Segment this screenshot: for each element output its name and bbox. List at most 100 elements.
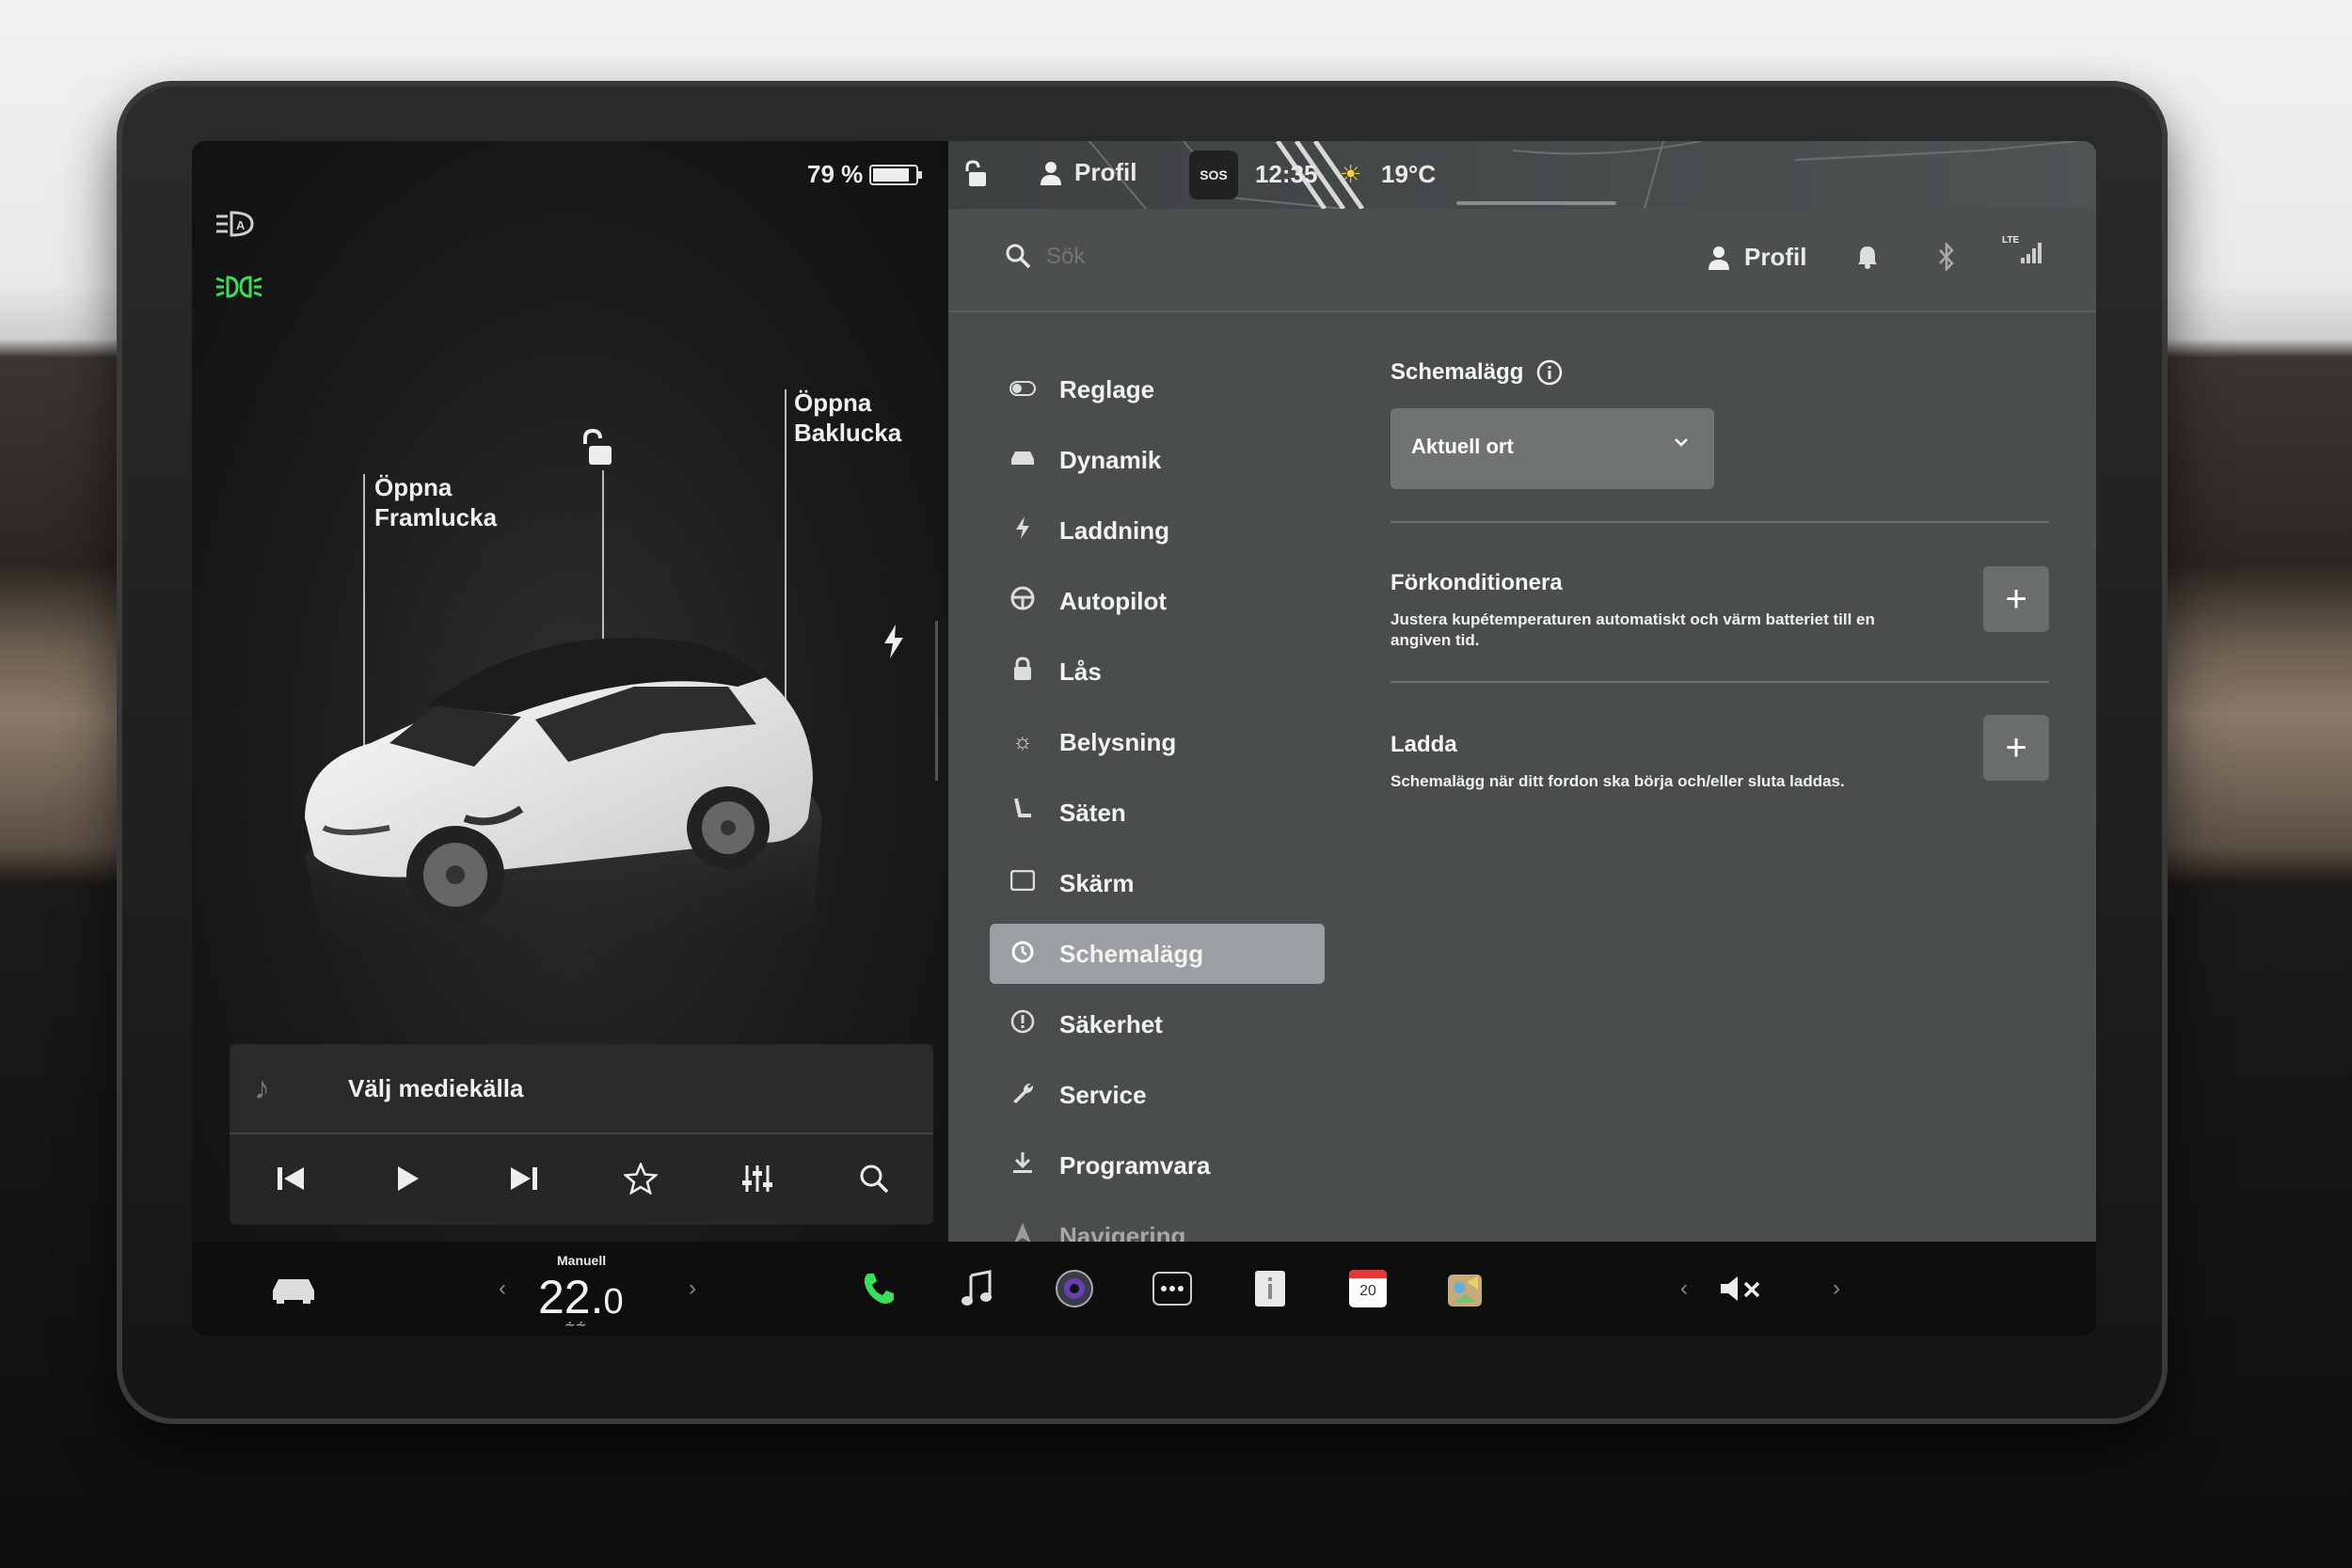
- user-icon: [1708, 245, 1729, 270]
- profile-status-label: Profil: [1074, 158, 1137, 186]
- battery-percent: 79 %: [807, 160, 864, 188]
- download-icon: [1009, 1150, 1037, 1181]
- menu-item-label: Lås: [1059, 657, 1102, 686]
- camera-icon[interactable]: [1044, 1259, 1104, 1319]
- music-icon[interactable]: [946, 1259, 1007, 1319]
- info-icon[interactable]: [1536, 359, 1563, 386]
- next-track-icon[interactable]: [501, 1155, 548, 1202]
- taskbar: ‹ Manuell 22.0 ⩪⩪ › 20 ‹ ›: [192, 1242, 2096, 1336]
- menu-item-label: Service: [1059, 1080, 1147, 1109]
- sun-icon: ☼: [1012, 729, 1033, 754]
- search-row: Profil LTE: [948, 209, 2096, 312]
- alert-icon: [1009, 1009, 1037, 1040]
- unlocked-status-icon: [963, 160, 988, 193]
- previous-track-icon[interactable]: [267, 1155, 314, 1202]
- location-dropdown[interactable]: Aktuell ort: [1391, 408, 1714, 489]
- volume-decrease-chevron-icon[interactable]: ‹: [1654, 1259, 1714, 1319]
- svg-text:A: A: [236, 218, 246, 232]
- defrost-icon: ⩪⩪: [564, 1317, 587, 1332]
- car-controls-icon[interactable]: [263, 1259, 324, 1319]
- search-icon[interactable]: [1005, 243, 1031, 274]
- frunk-label-line1: Öppna: [374, 473, 453, 501]
- menu-item-reglage[interactable]: Reglage: [990, 359, 1325, 420]
- temp-decrease-chevron-icon[interactable]: ‹: [472, 1259, 532, 1319]
- user-icon: [1041, 161, 1061, 185]
- add-charge-schedule-button[interactable]: +: [1983, 715, 2049, 781]
- trunk-label-line2: Baklucka: [794, 419, 902, 447]
- chevron-down-icon: [1673, 436, 1690, 454]
- parking-lights-icon: [215, 273, 263, 301]
- car-icon: [1009, 447, 1037, 473]
- open-trunk-button[interactable]: Öppna Baklucka: [794, 388, 901, 448]
- menu-item-label: Reglage: [1059, 374, 1155, 404]
- volume-muted-icon[interactable]: [1710, 1259, 1771, 1319]
- media-controls: [230, 1132, 933, 1225]
- lte-label: LTE: [2002, 235, 2020, 245]
- calendar-day: 20: [1359, 1283, 1376, 1299]
- unlock-icon[interactable]: [580, 428, 613, 467]
- toybox-icon[interactable]: [1436, 1259, 1496, 1319]
- plus-icon: +: [2005, 726, 2027, 768]
- menu-item-label: Programvara: [1059, 1150, 1211, 1180]
- clock: 12:35: [1255, 160, 1318, 188]
- auto-headlights-icon[interactable]: A: [215, 209, 258, 243]
- menu-item-label: Belysning: [1059, 727, 1177, 756]
- volume-increase-chevron-icon[interactable]: ›: [1806, 1259, 1867, 1319]
- seat-icon: [1009, 797, 1037, 830]
- plus-icon: +: [2005, 578, 2027, 620]
- section-divider: [1391, 681, 2049, 683]
- menu-item-saten[interactable]: Säten: [990, 783, 1325, 843]
- menu-item-service[interactable]: Service: [990, 1065, 1325, 1125]
- profile-button[interactable]: Profil: [1707, 243, 1806, 272]
- menu-item-schemalagg[interactable]: Schemalägg: [990, 924, 1325, 984]
- menu-item-label: Skärm: [1059, 868, 1135, 897]
- display-icon: [1009, 869, 1037, 897]
- menu-item-belysning[interactable]: ☼ Belysning: [990, 712, 1325, 772]
- cabin-temperature-decimal: 0: [603, 1282, 624, 1322]
- menu-item-programvara[interactable]: Programvara: [990, 1135, 1325, 1196]
- settings-search-input[interactable]: [1044, 237, 1424, 277]
- equalizer-icon[interactable]: [734, 1155, 781, 1202]
- menu-item-autopilot[interactable]: Autopilot: [990, 571, 1325, 631]
- status-bar: Profil SOS 12:35 ☀ 19°C: [948, 141, 2096, 209]
- phone-icon[interactable]: [849, 1259, 909, 1319]
- settings-menu: Reglage Dynamik Laddning Autopilot Lås ☼…: [948, 310, 1343, 1250]
- music-note-icon: ♪: [254, 1070, 270, 1106]
- media-search-icon[interactable]: [850, 1155, 898, 1202]
- menu-item-label: Laddning: [1059, 515, 1169, 545]
- add-precondition-button[interactable]: +: [1983, 566, 2049, 632]
- temp-increase-chevron-icon[interactable]: ›: [662, 1259, 723, 1319]
- location-dropdown-value: Aktuell ort: [1411, 435, 1514, 458]
- charge-schedule-description: Schemalägg när ditt fordon ska börja och…: [1391, 772, 1845, 790]
- outside-temperature: 19°C: [1381, 160, 1437, 188]
- menu-item-label: Schemalägg: [1059, 939, 1204, 968]
- more-apps-icon[interactable]: [1142, 1259, 1202, 1319]
- steering-wheel-icon: [1009, 586, 1037, 617]
- trunk-label-line1: Öppna: [794, 388, 872, 417]
- menu-item-sakerhet[interactable]: Säkerhet: [990, 994, 1325, 1054]
- notification-bell-icon[interactable]: [1857, 245, 1878, 274]
- profile-status[interactable]: Profil: [1039, 158, 1136, 187]
- media-source-label: Välj mediekälla: [348, 1074, 524, 1102]
- media-source-bar[interactable]: ♪ Välj mediekälla: [230, 1044, 933, 1132]
- car-model-image: [286, 546, 888, 1035]
- open-frunk-button[interactable]: Öppna Framlucka: [374, 472, 497, 532]
- calendar-icon[interactable]: 20: [1338, 1259, 1398, 1319]
- play-icon[interactable]: [384, 1155, 431, 1202]
- profile-button-label: Profil: [1744, 243, 1807, 271]
- menu-item-skarm[interactable]: Skärm: [990, 853, 1325, 913]
- frunk-label-line2: Framlucka: [374, 503, 498, 531]
- section-divider: [1391, 521, 2049, 523]
- bluetooth-icon[interactable]: [1938, 241, 1955, 276]
- menu-item-dynamik[interactable]: Dynamik: [990, 430, 1325, 490]
- pull-handle[interactable]: [1456, 201, 1616, 205]
- battery-icon: [869, 164, 924, 186]
- menu-item-las[interactable]: Lås: [990, 641, 1325, 702]
- menu-item-label: Autopilot: [1059, 586, 1168, 615]
- manual-info-icon[interactable]: [1240, 1259, 1300, 1319]
- menu-item-laddning[interactable]: Laddning: [990, 500, 1325, 561]
- alarm-clock-icon: [1009, 939, 1037, 970]
- car-panel: A 79 % Öppna Framlucka Öppna Baklucka ♪ …: [192, 141, 948, 1242]
- sos-button[interactable]: SOS: [1189, 150, 1238, 199]
- favorite-star-icon[interactable]: [617, 1155, 664, 1202]
